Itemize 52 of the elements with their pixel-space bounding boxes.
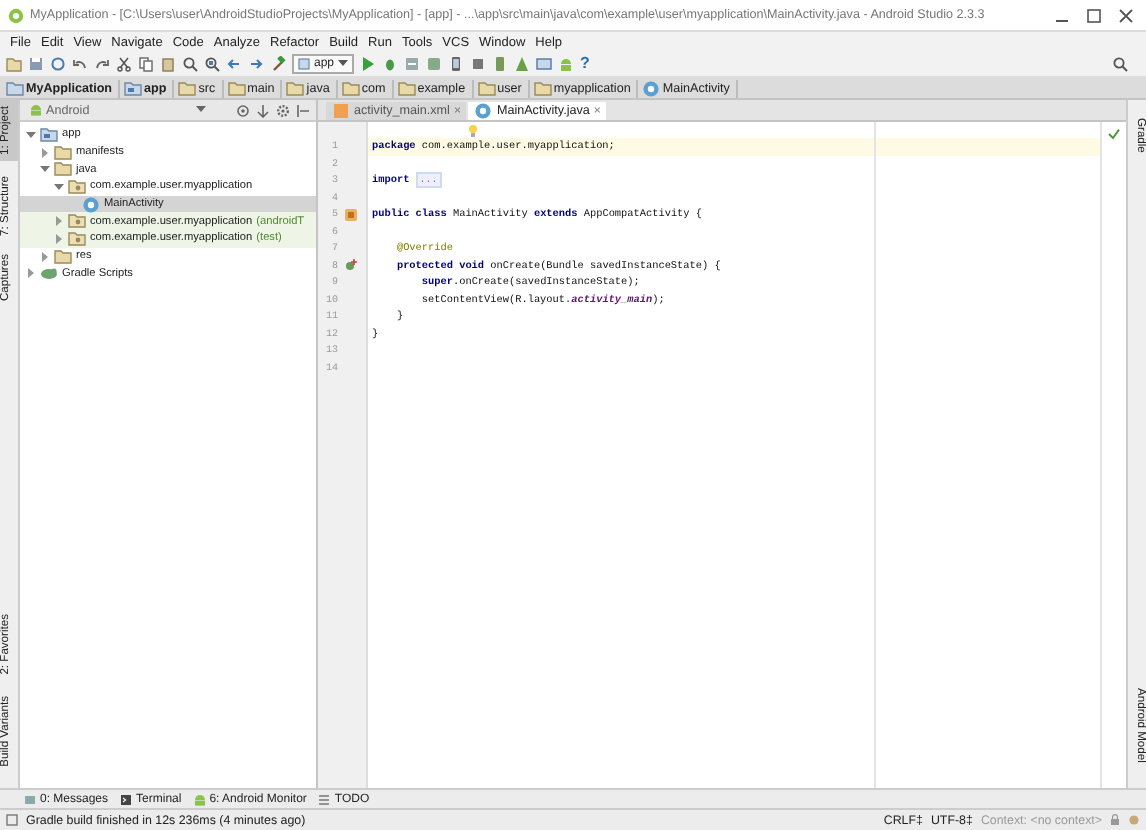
module-icon xyxy=(298,58,310,70)
check-icon xyxy=(1108,128,1120,140)
save-icon[interactable] xyxy=(28,56,44,72)
caret-icon xyxy=(338,60,349,68)
package-folder-icon xyxy=(68,212,86,231)
help-button[interactable]: ? xyxy=(580,56,590,72)
device-icon[interactable] xyxy=(448,56,465,72)
cut-icon[interactable] xyxy=(116,56,132,72)
collapsed-arrow-icon[interactable] xyxy=(39,147,49,158)
lock-icon xyxy=(1110,814,1120,826)
collapsed-arrow-icon[interactable] xyxy=(25,268,35,279)
collapsed-arrow-icon[interactable] xyxy=(39,251,49,262)
expanded-arrow-icon[interactable] xyxy=(53,181,63,192)
collapsed-arrow-icon[interactable] xyxy=(53,216,63,227)
class-icon xyxy=(474,102,493,120)
class-icon xyxy=(642,79,661,97)
package-folder-icon xyxy=(68,177,86,196)
collapse-icon[interactable] xyxy=(256,103,270,117)
back-icon[interactable] xyxy=(226,56,242,72)
list-icon xyxy=(318,793,331,805)
settings-icon[interactable] xyxy=(276,103,290,117)
module-folder-icon xyxy=(40,125,58,144)
stop-icon[interactable] xyxy=(470,56,487,72)
target-icon[interactable] xyxy=(236,103,250,117)
maximize-icon[interactable] xyxy=(1086,7,1102,23)
class-icon xyxy=(82,195,100,214)
hide-panel-icon[interactable] xyxy=(296,103,310,117)
android-icon xyxy=(193,793,206,805)
lightbulb-icon xyxy=(468,124,478,138)
android-icon xyxy=(30,104,42,116)
package-folder-icon xyxy=(68,229,86,248)
copy-icon[interactable] xyxy=(138,56,154,72)
expanded-arrow-icon[interactable] xyxy=(39,164,49,175)
caret-icon xyxy=(196,106,206,114)
terminal-icon xyxy=(120,793,133,805)
override-marker-icon xyxy=(343,258,357,273)
class-marker-icon xyxy=(343,207,357,222)
search-icon[interactable] xyxy=(1112,56,1128,72)
collapsed-arrow-icon[interactable] xyxy=(53,233,63,244)
forward-icon[interactable] xyxy=(248,56,264,72)
module-folder-icon xyxy=(124,79,143,97)
expanded-arrow-icon[interactable] xyxy=(25,129,35,140)
redo-icon[interactable] xyxy=(94,56,110,72)
undo-icon[interactable] xyxy=(72,56,88,72)
replace-icon[interactable] xyxy=(204,56,220,72)
hammer-icon[interactable] xyxy=(270,56,286,72)
folder-icon xyxy=(54,247,72,266)
run-icon[interactable] xyxy=(360,56,377,72)
close-icon[interactable] xyxy=(1118,7,1134,23)
layout-file-icon xyxy=(332,102,350,120)
search-icon[interactable] xyxy=(182,56,198,72)
app-logo-icon xyxy=(8,7,24,23)
